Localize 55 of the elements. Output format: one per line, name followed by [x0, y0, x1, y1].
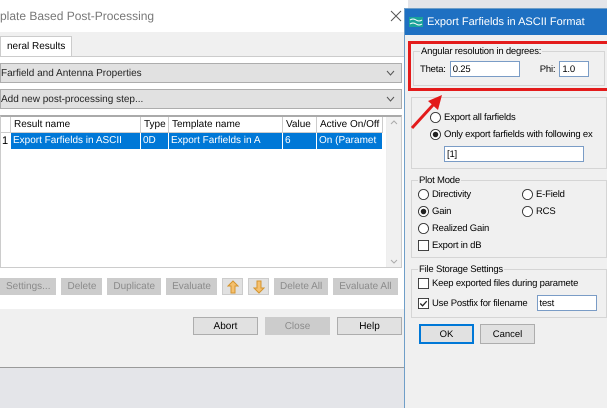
chevron-down-icon: [386, 70, 395, 76]
radio-button[interactable]: [430, 112, 441, 123]
radio-button[interactable]: [430, 129, 441, 140]
checkbox-label[interactable]: Export in dB: [432, 240, 482, 251]
input-field[interactable]: 0.25: [450, 61, 520, 77]
wave-logo-icon: [409, 17, 423, 27]
column-header[interactable]: Result name: [11, 117, 141, 133]
close-icon[interactable]: [390, 10, 402, 22]
dialog-button[interactable]: Help: [337, 317, 402, 335]
window-title: plate Based Post-Processing: [0, 9, 154, 23]
input-field[interactable]: test: [536, 295, 597, 311]
checkbox-label[interactable]: Keep exported files during paramete: [432, 278, 578, 289]
table-cell[interactable]: Export Farfields in ASCII: [11, 133, 141, 149]
dialog-button[interactable]: OK: [419, 324, 474, 344]
input-field[interactable]: [1]: [444, 146, 584, 162]
radio-label[interactable]: RCS: [536, 206, 556, 217]
checkbox[interactable]: [418, 240, 429, 251]
table-cell[interactable]: 0D: [141, 133, 169, 149]
group-label: File Storage Settings: [418, 264, 504, 275]
input-field[interactable]: 1.0: [559, 61, 590, 77]
column-header[interactable]: Type: [141, 117, 169, 133]
tab[interactable]: neral Results: [0, 36, 72, 56]
radio-label[interactable]: Export all farfields: [444, 112, 516, 123]
up-arrow-icon: [226, 280, 238, 294]
radio-label[interactable]: Gain: [432, 206, 452, 217]
group-label: Plot Mode: [418, 175, 461, 186]
column-header[interactable]: Active On/Off: [317, 117, 383, 133]
radio-button[interactable]: [418, 189, 429, 200]
checkbox-label[interactable]: Use Postfix for filename: [432, 298, 528, 308]
table-cell[interactable]: Export Farfields in A: [169, 133, 283, 149]
group-label: Angular resolution in degrees:: [420, 46, 542, 57]
table-cell[interactable]: 6: [283, 133, 317, 149]
field-label: Theta:: [420, 64, 446, 74]
dialog-button[interactable]: Abort: [193, 317, 258, 335]
down-arrow-icon: [252, 280, 264, 294]
dialog-button[interactable]: Cancel: [480, 324, 535, 344]
annotation-arrow: [410, 94, 444, 130]
radio-button[interactable]: [418, 223, 429, 234]
checkbox[interactable]: [418, 298, 429, 308]
checkbox[interactable]: [418, 278, 429, 289]
chevron-down-icon: [386, 96, 395, 102]
dropdown[interactable]: Farfield and Antenna Properties: [0, 63, 402, 83]
radio-button[interactable]: [522, 189, 533, 200]
field-label: Phi:: [540, 64, 556, 74]
radio-button[interactable]: [418, 206, 429, 217]
radio-label[interactable]: Realized Gain: [432, 223, 490, 234]
radio-button[interactable]: [522, 206, 533, 217]
radio-label[interactable]: E-Field: [536, 189, 565, 200]
radio-label[interactable]: Directivity: [432, 189, 471, 200]
column-header[interactable]: Value: [283, 117, 317, 133]
table-cell[interactable]: On (Paramet: [317, 133, 383, 149]
dropdown[interactable]: Add new post-processing step...: [0, 89, 402, 109]
window-title: Export Farfields in ASCII Format: [427, 16, 585, 28]
radio-label[interactable]: Only export farfields with following ex: [444, 129, 592, 140]
column-header[interactable]: Template name: [169, 117, 283, 133]
